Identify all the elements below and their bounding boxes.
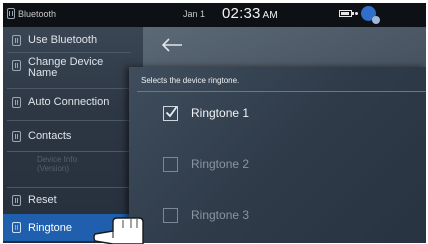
divider bbox=[7, 151, 131, 152]
sidebar-item-label: Reset bbox=[28, 194, 57, 206]
ringtone-option-1[interactable]: Ringtone 1 bbox=[129, 96, 426, 130]
status-app-label: Bluetooth bbox=[18, 8, 57, 19]
bluetooth-icon bbox=[12, 222, 21, 233]
sidebar-item-label: Change Device Name bbox=[28, 57, 103, 79]
sidebar-item-auto-connection[interactable]: Auto Connection bbox=[3, 91, 143, 113]
bluetooth-icon bbox=[12, 130, 21, 142]
checkbox-checked[interactable] bbox=[163, 105, 178, 121]
checkbox[interactable] bbox=[163, 156, 178, 172]
back-arrow-icon[interactable] bbox=[161, 38, 183, 52]
sidebar-item-reset[interactable]: Reset bbox=[3, 189, 143, 211]
sidebar-item-label: Contacts bbox=[28, 130, 72, 142]
divider bbox=[7, 187, 131, 188]
sidebar-item-label-line2: (Version) bbox=[37, 164, 70, 173]
sidebar-item-label: Use Bluetooth bbox=[28, 34, 98, 46]
sidebar-item-use-bluetooth[interactable]: Use Bluetooth bbox=[3, 29, 143, 51]
clock-time: 02:33 bbox=[222, 5, 261, 22]
checkbox[interactable] bbox=[163, 207, 178, 223]
ringtone-option-2[interactable]: Ringtone 2 bbox=[129, 147, 426, 181]
bluetooth-icon bbox=[12, 96, 21, 108]
divider bbox=[7, 52, 131, 53]
bluetooth-connected-icon bbox=[361, 6, 380, 24]
ringtone-option-3[interactable]: Ringtone 3 bbox=[129, 198, 426, 232]
screen: Bluetooth Jan 1 02:33 AM Use Bluetooth Ch… bbox=[3, 3, 426, 243]
ringtone-option-label: Ringtone 3 bbox=[191, 208, 250, 222]
sidebar-item-label: Device Info (Version) bbox=[37, 155, 77, 173]
status-app-title: Bluetooth bbox=[7, 8, 56, 19]
sidebar-item-device-info: Device Info (Version) bbox=[3, 155, 143, 185]
status-date: Jan 1 bbox=[183, 9, 206, 19]
bluetooth-icon bbox=[12, 60, 21, 71]
sidebar-item-label: Ringtone bbox=[28, 221, 73, 234]
ringtone-popup: Selects the device ringtone. Ringtone 1 … bbox=[129, 67, 426, 243]
battery-icon bbox=[339, 10, 354, 17]
ringtone-option-label: Ringtone 2 bbox=[191, 157, 250, 171]
clock-ampm: AM bbox=[262, 10, 278, 21]
status-bar: Bluetooth Jan 1 02:33 AM bbox=[3, 3, 426, 27]
checkmark-icon bbox=[165, 105, 178, 117]
divider bbox=[137, 91, 426, 92]
sidebar-item-change-device-name[interactable]: Change Device Name bbox=[3, 57, 143, 85]
divider bbox=[7, 88, 131, 89]
status-time: 02:33 AM bbox=[222, 5, 278, 22]
bluetooth-icon bbox=[7, 8, 15, 19]
divider bbox=[7, 120, 131, 121]
popup-description: Selects the device ringtone. bbox=[141, 76, 240, 85]
sidebar-item-label-line1: Device Info bbox=[37, 155, 78, 164]
sidebar-item-label: Auto Connection bbox=[28, 96, 110, 108]
sidebar-item-label-line2: Name bbox=[28, 67, 58, 79]
sidebar-item-contacts[interactable]: Contacts bbox=[3, 124, 143, 148]
ringtone-option-label: Ringtone 1 bbox=[191, 106, 250, 120]
bluetooth-icon bbox=[12, 194, 21, 206]
signal-dot-icon bbox=[355, 12, 358, 15]
hand-pointer-icon bbox=[93, 217, 144, 244]
bluetooth-icon bbox=[12, 34, 21, 46]
